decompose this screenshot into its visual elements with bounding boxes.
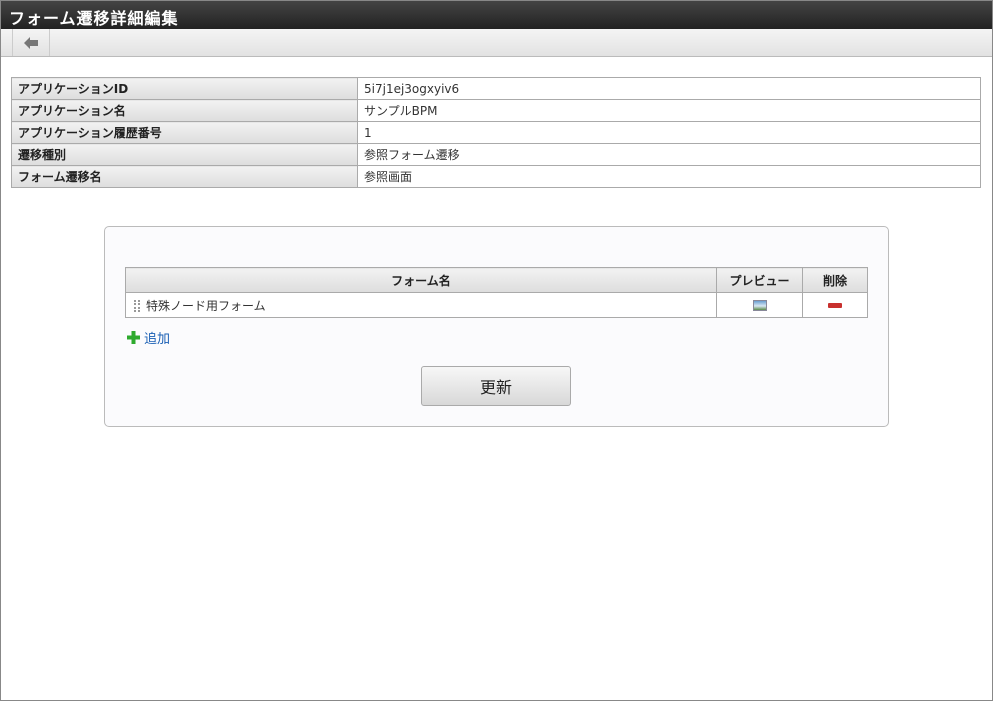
- info-row: アプリケーションID 5i7j1ej3ogxyiv6: [11, 77, 981, 100]
- plus-icon: [127, 331, 140, 344]
- info-value: サンプルBPM: [357, 99, 981, 122]
- delete-icon[interactable]: [828, 303, 842, 308]
- add-label: 追加: [144, 332, 171, 347]
- drag-handle-icon[interactable]: [134, 300, 140, 312]
- form-panel: フォーム名 プレビュー 削除 特殊ノード用フォーム 追加 更新: [104, 226, 889, 427]
- info-label: アプリケーション履歴番号: [11, 121, 358, 144]
- info-value: 5i7j1ej3ogxyiv6: [357, 77, 981, 100]
- info-label: フォーム遷移名: [11, 165, 358, 188]
- back-button[interactable]: [12, 29, 50, 56]
- info-row: アプリケーション名 サンプルBPM: [11, 99, 981, 122]
- toolbar: [1, 29, 992, 57]
- info-row: フォーム遷移名 参照画面: [11, 165, 981, 188]
- info-value: 1: [357, 121, 981, 144]
- header-preview: プレビュー: [716, 267, 803, 293]
- add-form-link[interactable]: 追加: [127, 328, 170, 347]
- form-name: 特殊ノード用フォーム: [146, 298, 266, 313]
- info-row: アプリケーション履歴番号 1: [11, 121, 981, 144]
- form-table: フォーム名 プレビュー 削除 特殊ノード用フォーム: [125, 267, 868, 318]
- arrow-left-icon: [24, 36, 38, 49]
- header-form-name: フォーム名: [125, 267, 717, 293]
- table-row[interactable]: 特殊ノード用フォーム: [125, 292, 868, 318]
- header-delete: 削除: [802, 267, 868, 293]
- window-title: フォーム遷移詳細編集: [1, 1, 992, 29]
- preview-icon[interactable]: [752, 300, 767, 311]
- info-label: アプリケーション名: [11, 99, 358, 122]
- update-button[interactable]: 更新: [421, 366, 571, 406]
- info-label: アプリケーションID: [11, 77, 358, 100]
- application-info-table: アプリケーションID 5i7j1ej3ogxyiv6 アプリケーション名 サンプルB…: [11, 77, 981, 188]
- info-value: 参照画面: [357, 165, 981, 188]
- info-row: 遷移種別 参照フォーム遷移: [11, 143, 981, 166]
- info-value: 参照フォーム遷移: [357, 143, 981, 166]
- info-label: 遷移種別: [11, 143, 358, 166]
